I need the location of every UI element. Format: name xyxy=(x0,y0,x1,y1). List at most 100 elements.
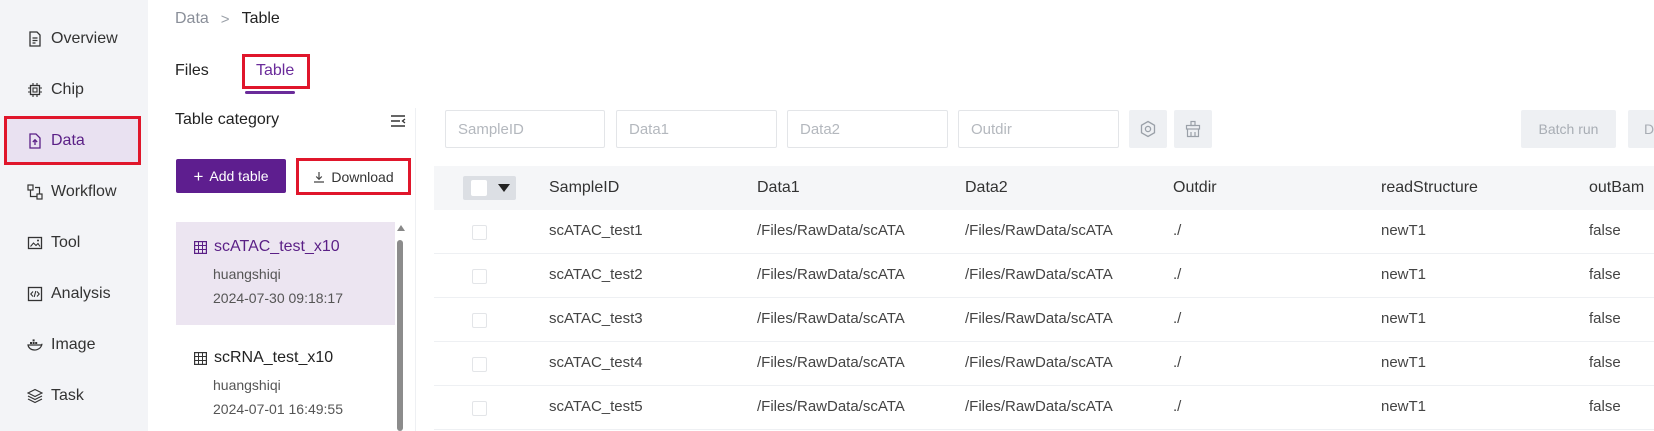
nav-item-chip[interactable]: Chip xyxy=(27,78,84,102)
table-cell: false xyxy=(1589,266,1621,283)
row-checkbox[interactable] xyxy=(472,401,487,416)
file-upload-icon xyxy=(29,133,41,149)
row-divider xyxy=(434,253,1654,254)
row-checkbox[interactable] xyxy=(472,269,487,284)
code-icon xyxy=(27,286,43,302)
table-cell: ./ xyxy=(1173,354,1182,371)
tab-table[interactable]: Table xyxy=(256,62,294,80)
nav-item-overview[interactable]: Overview xyxy=(27,27,118,51)
select-all-dropdown[interactable] xyxy=(463,176,516,200)
category-user: huangshiqi xyxy=(213,266,281,282)
table-cell: scATAC_test5 xyxy=(549,398,643,415)
category-time: 2024-07-30 09:18:17 xyxy=(213,290,343,306)
column-header-outbam[interactable]: outBam xyxy=(1589,179,1644,197)
plus-icon: + xyxy=(193,166,204,186)
chip-icon xyxy=(28,83,42,97)
table-cell: /Files/RawData/scATA xyxy=(965,398,1113,415)
nav-item-workflow[interactable]: Workflow xyxy=(27,180,117,204)
table-cell: false xyxy=(1589,398,1621,415)
category-item[interactable]: scATAC_test_x10 huangshiqi 2024-07-30 09… xyxy=(176,222,395,325)
table-cell: ./ xyxy=(1173,266,1182,283)
column-header-outdir[interactable]: Outdir xyxy=(1173,179,1217,197)
table-cell: newT1 xyxy=(1381,222,1427,239)
nav-label: Workflow xyxy=(51,183,117,200)
table-cell: ./ xyxy=(1173,222,1182,239)
workflow-icon xyxy=(27,184,43,200)
row-checkbox[interactable] xyxy=(472,225,487,240)
add-table-button[interactable]: + Add table xyxy=(176,159,286,193)
nav-item-data[interactable]: Data xyxy=(27,129,85,153)
tab-files[interactable]: Files xyxy=(175,62,209,80)
table-cell: newT1 xyxy=(1381,266,1427,283)
row-divider xyxy=(434,297,1654,298)
outdir-filter-input[interactable]: Outdir xyxy=(958,110,1119,148)
nav-label: Overview xyxy=(51,30,118,47)
row-checkbox[interactable] xyxy=(472,313,487,328)
breadcrumb-parent[interactable]: Data xyxy=(175,10,209,28)
row-checkbox[interactable] xyxy=(472,357,487,372)
row-divider xyxy=(434,341,1654,342)
table-icon xyxy=(194,351,207,365)
nav-label: Image xyxy=(51,336,96,353)
table-cell: ./ xyxy=(1173,310,1182,327)
settings-icon xyxy=(1140,120,1156,138)
nav-item-image[interactable]: Image xyxy=(27,333,95,357)
table-cell: scATAC_test3 xyxy=(549,310,643,327)
scroll-up-arrow[interactable] xyxy=(397,225,405,231)
table-cell: false xyxy=(1589,354,1621,371)
sampleid-filter-input[interactable]: SampleID xyxy=(445,110,605,148)
column-header-readstructure[interactable]: readStructure xyxy=(1381,179,1478,197)
batch-run-button[interactable]: Batch run xyxy=(1521,110,1616,148)
table-cell: scATAC_test2 xyxy=(549,266,643,283)
table-cell: /Files/RawData/scATA xyxy=(757,398,905,415)
data1-filter-input[interactable]: Data1 xyxy=(616,110,777,148)
column-header-data2[interactable]: Data2 xyxy=(965,179,1008,197)
collapse-menu-icon[interactable] xyxy=(390,113,406,129)
add-table-label: Add table xyxy=(209,168,269,184)
table-cell: ./ xyxy=(1173,398,1182,415)
category-name: scRNA_test_x10 xyxy=(214,349,334,366)
category-item[interactable]: scRNA_test_x10 huangshiqi 2024-07-01 16:… xyxy=(176,333,395,431)
row-divider xyxy=(434,385,1654,386)
clear-filter-button[interactable] xyxy=(1174,110,1212,148)
nav-item-task[interactable]: Task xyxy=(27,384,84,408)
caret-down-icon xyxy=(498,184,510,192)
nav-label: Analysis xyxy=(51,285,111,302)
document-icon xyxy=(29,31,41,47)
table-icon xyxy=(194,240,207,254)
nav-label: Tool xyxy=(51,234,81,251)
download-label: Download xyxy=(331,168,394,185)
download-button[interactable]: Download xyxy=(296,158,411,195)
breadcrumb: Data > Table xyxy=(175,10,280,28)
image-tool-icon xyxy=(27,236,43,250)
active-tab-indicator xyxy=(245,91,295,94)
table-cell: /Files/RawData/scATA xyxy=(757,310,905,327)
breadcrumb-current: Table xyxy=(241,10,280,27)
table-cell: newT1 xyxy=(1381,398,1427,415)
table-cell: false xyxy=(1589,222,1621,239)
settings-button[interactable] xyxy=(1129,110,1167,148)
nav-label: Task xyxy=(51,387,84,404)
nav-item-analysis[interactable]: Analysis xyxy=(27,282,111,306)
category-name: scATAC_test_x10 xyxy=(214,238,340,255)
nav-item-tool[interactable]: Tool xyxy=(27,231,80,255)
nav-label: Chip xyxy=(51,81,84,98)
select-all-checkbox[interactable] xyxy=(471,180,487,196)
table-cell: /Files/RawData/scATA xyxy=(757,266,905,283)
category-user: huangshiqi xyxy=(213,377,281,393)
column-header-sampleid[interactable]: SampleID xyxy=(549,179,619,197)
data2-filter-input[interactable]: Data2 xyxy=(787,110,948,148)
download-icon xyxy=(314,171,325,183)
sidebar: Overview Chip Data Workflow Tool Analysi… xyxy=(0,0,148,431)
table-cell: newT1 xyxy=(1381,310,1427,327)
panel-divider xyxy=(415,108,416,431)
breadcrumb-separator: > xyxy=(220,10,230,28)
nav-label: Data xyxy=(51,132,85,149)
table-cell: scATAC_test1 xyxy=(549,222,643,239)
table-cell: /Files/RawData/scATA xyxy=(757,354,905,371)
table-cell: /Files/RawData/scATA xyxy=(965,354,1113,371)
scrollbar-thumb[interactable] xyxy=(397,240,403,431)
column-header-data1[interactable]: Data1 xyxy=(757,179,800,197)
table-cell: /Files/RawData/scATA xyxy=(965,310,1113,327)
truncated-button[interactable]: D xyxy=(1628,110,1654,148)
